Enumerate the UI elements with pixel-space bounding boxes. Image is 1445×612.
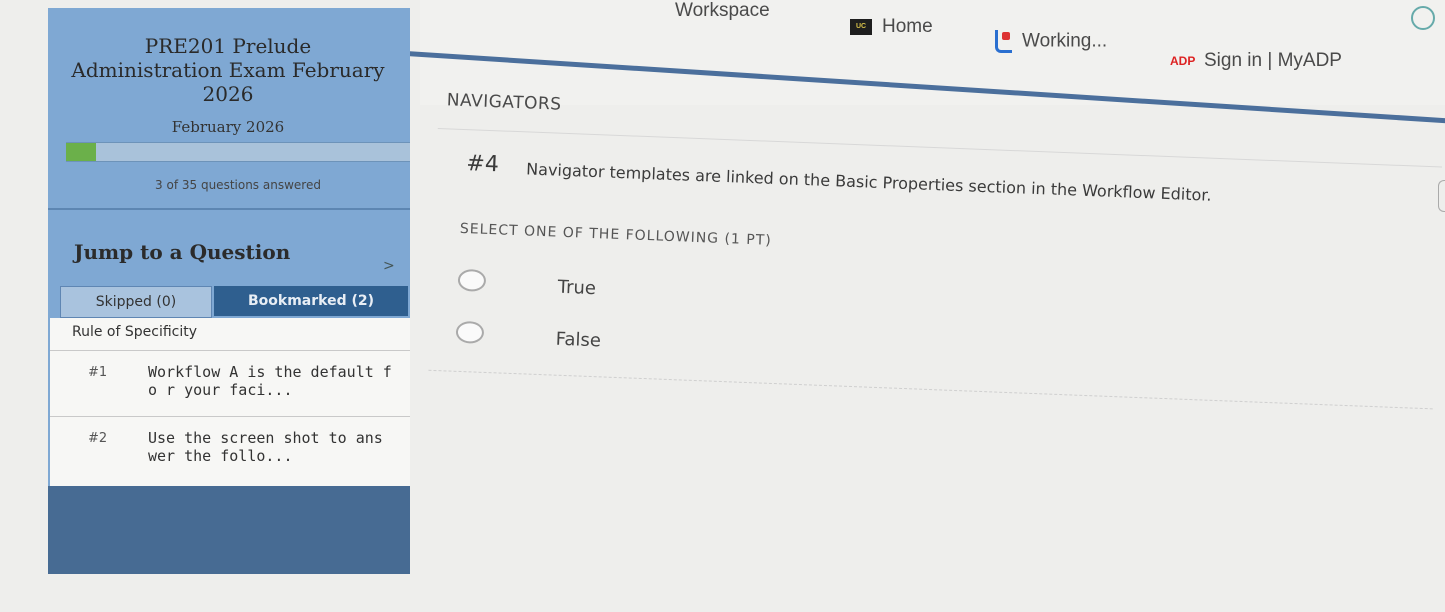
question-preview: Workflow A is the default fo r your faci…	[148, 363, 392, 399]
answer-option-false[interactable]: False	[455, 315, 856, 370]
sidebar-divider	[48, 208, 410, 210]
extension-search-icon[interactable]	[1411, 6, 1435, 30]
exam-subtitle: February 2026	[171, 118, 285, 136]
question-preview: Use the screen shot to ans wer the follo…	[148, 429, 383, 465]
question-area: NAVIGATORS #4 Navigator templates are li…	[421, 70, 1445, 612]
exam-sidebar: PRE201 Prelude Administration Exam Febru…	[48, 8, 410, 574]
jump-to-question[interactable]: Jump to a Question	[74, 240, 290, 264]
bookmark-workspace[interactable]: Workspace	[675, 0, 770, 22]
question-list-panel: Rule of Specificity #1 Workflow A is the…	[50, 318, 410, 508]
list-item[interactable]: #2 Use the screen shot to ans wer the fo…	[50, 416, 410, 479]
question-number: #2	[88, 431, 108, 446]
chevron-right-icon[interactable]: >	[383, 258, 395, 274]
radio-button[interactable]	[455, 320, 485, 344]
exam-title: PRE201 Prelude Administration Exam Febru…	[71, 34, 385, 106]
adp-logo-icon: ADP	[1170, 53, 1196, 68]
question-group-title: Rule of Specificity	[72, 324, 198, 340]
list-item[interactable]: #1 Workflow A is the default fo r your f…	[50, 350, 410, 413]
bookmark-home-label: Home	[882, 16, 933, 37]
progress-fill	[66, 143, 96, 161]
question-end-divider	[428, 369, 1433, 411]
question-number-heading: #4	[465, 151, 500, 178]
side-panel-handle[interactable]	[1438, 180, 1445, 212]
sidebar-footer	[48, 486, 410, 574]
radio-button[interactable]	[457, 268, 487, 292]
answer-option-label: False	[555, 328, 602, 352]
uc-logo-icon: UC	[850, 18, 872, 35]
bookmark-home[interactable]: UC Home	[850, 16, 933, 38]
progress-bar	[66, 142, 410, 162]
section-title: NAVIGATORS	[446, 90, 562, 115]
bookmark-workspace-label: Workspace	[675, 0, 770, 21]
bookmark-myadp[interactable]: ADP Sign in | MyADP	[1170, 50, 1342, 72]
bookmark-working-label: Working...	[1022, 30, 1108, 52]
tab-bookmarked[interactable]: Bookmarked (2)	[214, 286, 408, 316]
answer-option-label: True	[557, 276, 597, 300]
bookmark-working[interactable]: Working...	[995, 30, 1107, 53]
answer-option-true[interactable]: True	[457, 263, 858, 318]
working-app-icon	[995, 30, 1012, 53]
question-number: #1	[88, 365, 108, 380]
answered-count: 3 of 35 questions answered	[155, 178, 321, 192]
bookmark-myadp-label: Sign in | MyADP	[1204, 50, 1342, 71]
question-prompt: Navigator templates are linked on the Ba…	[525, 159, 1212, 205]
answer-instructions: SELECT ONE OF THE FOLLOWING (1 PT)	[459, 220, 773, 249]
tab-skipped[interactable]: Skipped (0)	[60, 286, 212, 318]
